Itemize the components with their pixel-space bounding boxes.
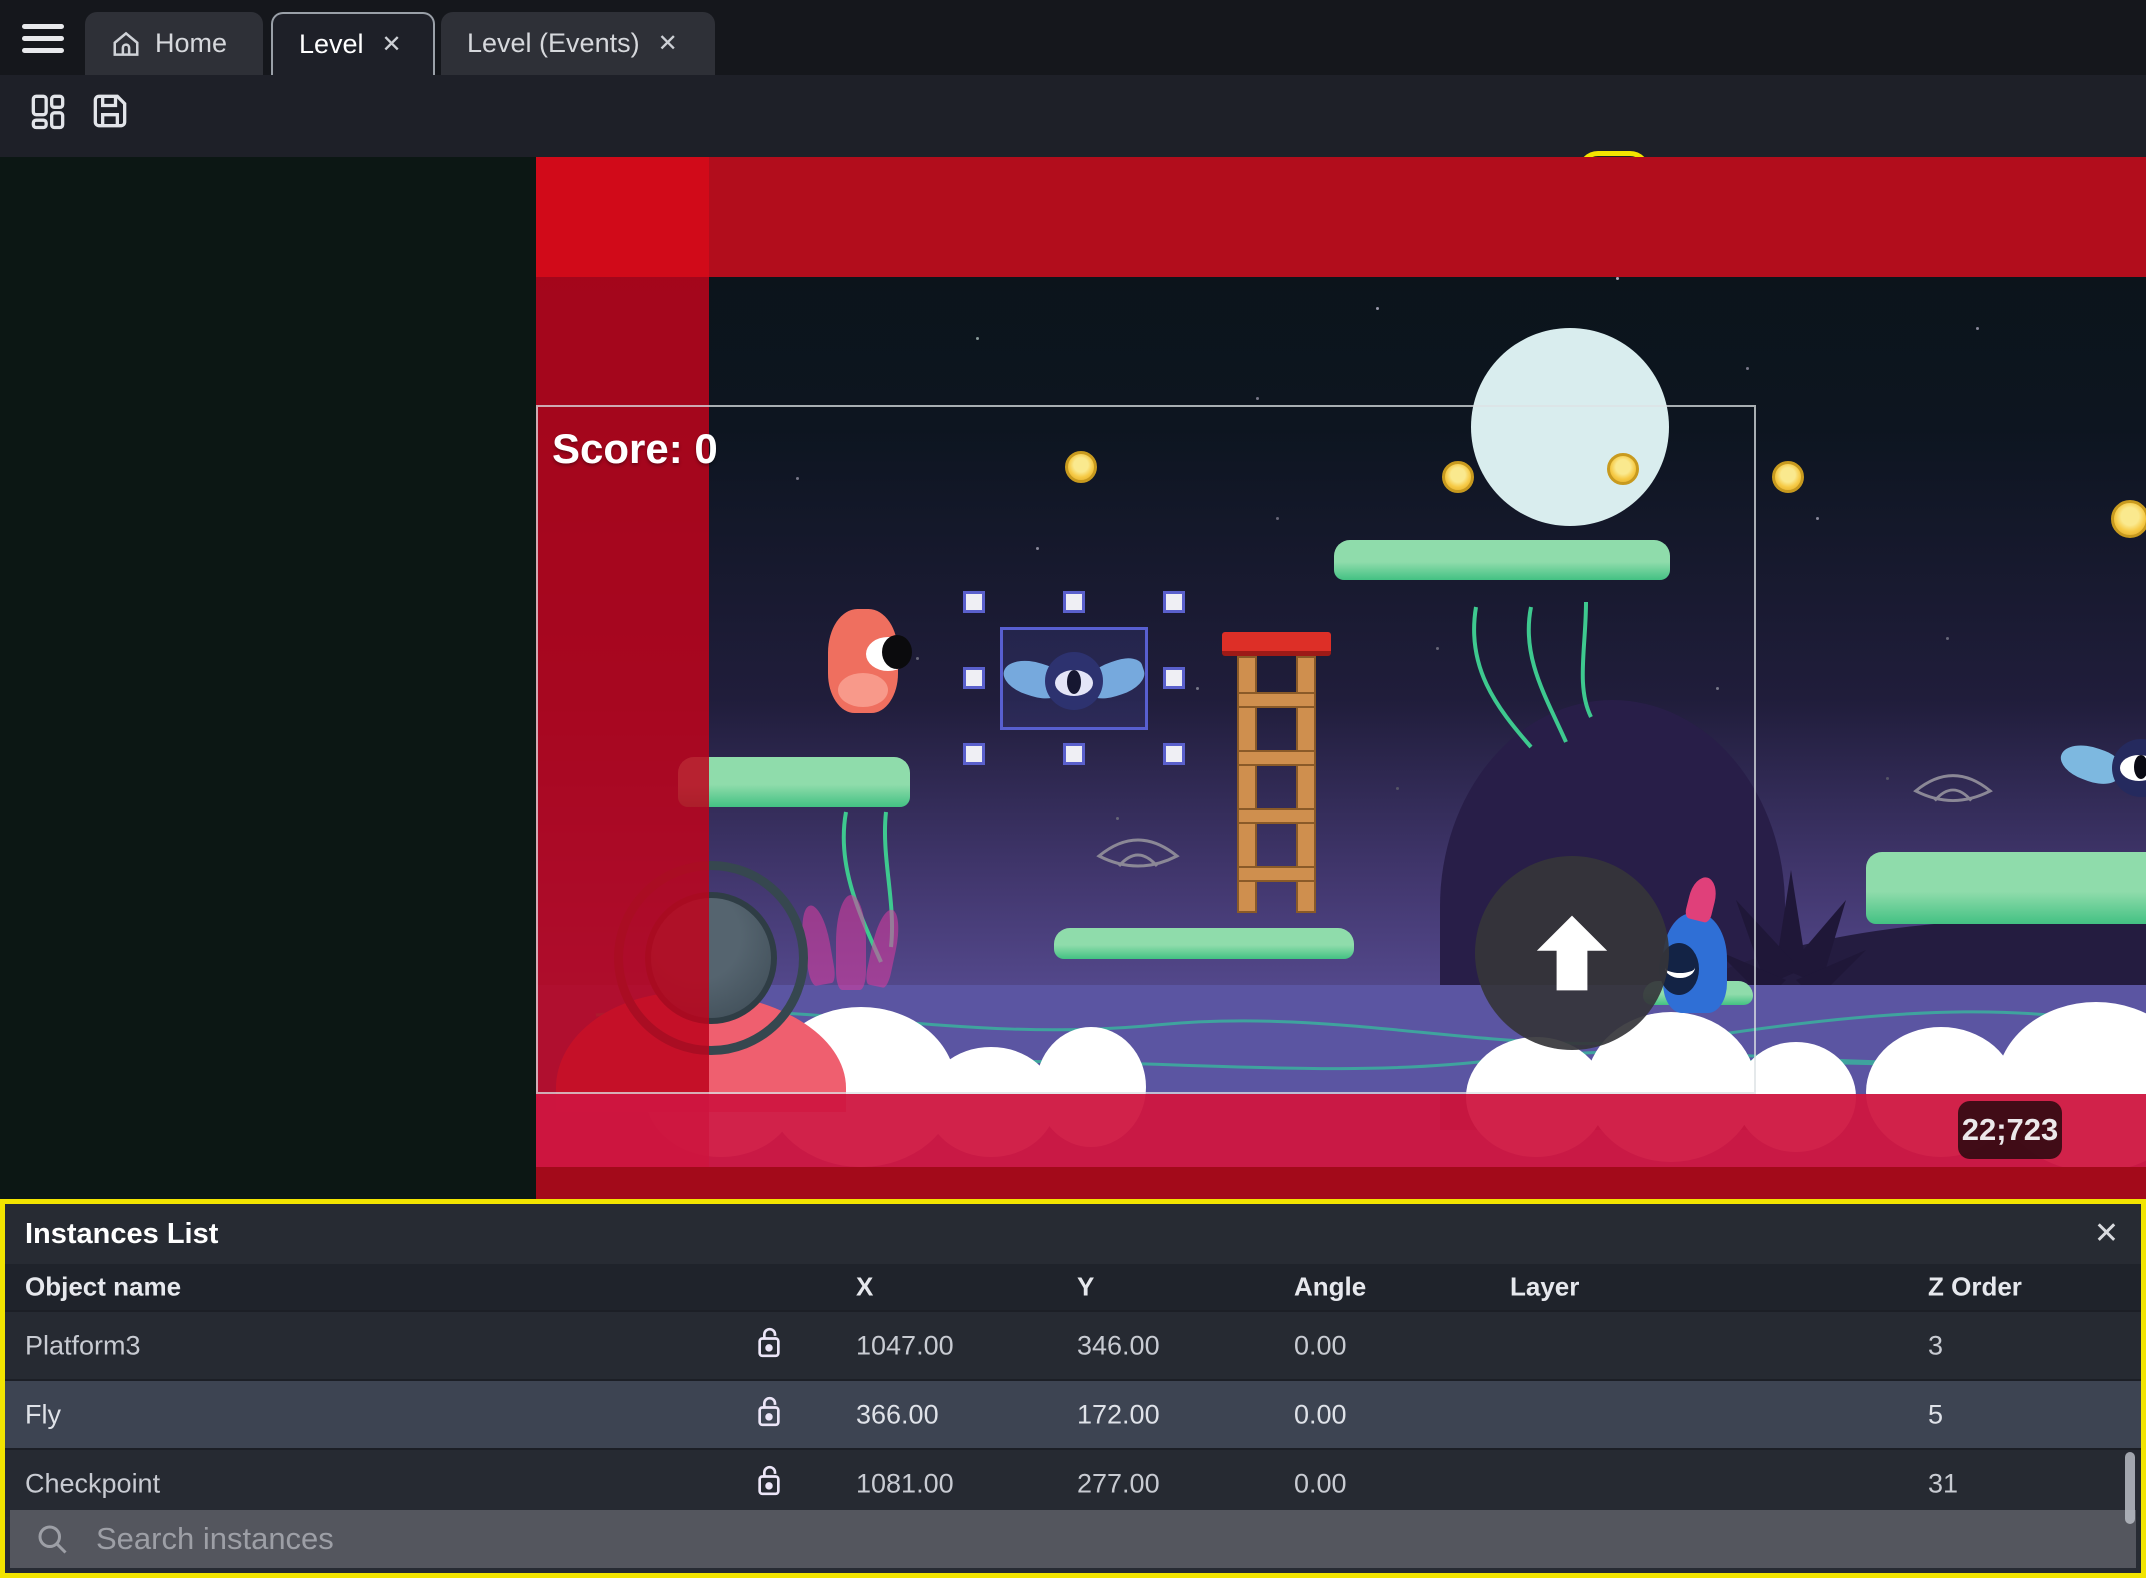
save-button[interactable]: [88, 89, 132, 133]
selection-rectangle[interactable]: [1000, 627, 1148, 730]
unlock-icon[interactable]: [753, 1324, 785, 1367]
instance-name: Fly: [25, 1399, 61, 1429]
instance-z-order: 3: [1928, 1330, 1944, 1360]
column-object-name[interactable]: Object name: [25, 1272, 181, 1303]
selection-handle-ne[interactable]: [1163, 591, 1185, 613]
tab-bar: Home Level ✕ Level (Events) ✕: [0, 0, 2146, 75]
instance-name: Platform3: [25, 1330, 141, 1360]
panels-layout-icon: [31, 94, 65, 130]
panel-close-icon[interactable]: ✕: [2094, 1216, 2119, 1251]
selection-handle-s[interactable]: [1063, 743, 1085, 765]
instance-x: 1047.00: [856, 1330, 954, 1360]
instance-y: 277.00: [1077, 1468, 1160, 1498]
red-overlay-top-left: [536, 157, 709, 277]
game-scene: Score: 0 22;723: [536, 157, 2146, 1199]
instance-row[interactable]: Checkpoint 1081.00 277.00 0.00 31: [5, 1448, 2141, 1517]
selection-handle-w[interactable]: [963, 667, 985, 689]
coin: [1772, 461, 1804, 493]
save-icon: [93, 94, 127, 128]
instance-row[interactable]: Platform3 1047.00 346.00 0.00 3: [5, 1310, 2141, 1379]
column-layer[interactable]: Layer: [1510, 1272, 1579, 1303]
fly-enemy: [2056, 737, 2146, 807]
column-z-order[interactable]: Z Order: [1928, 1272, 2022, 1303]
eye-decoration: [1913, 774, 1993, 802]
tab-level-events[interactable]: Level (Events) ✕: [441, 12, 715, 75]
instances-search-bar: [10, 1510, 2136, 1568]
instance-row[interactable]: Fly 366.00 172.00 0.00 5: [5, 1379, 2141, 1448]
instance-x: 366.00: [856, 1399, 939, 1429]
unlock-icon[interactable]: [753, 1393, 785, 1436]
selection-handle-n[interactable]: [1063, 591, 1085, 613]
game-window-frame: [536, 405, 1756, 1094]
panel-title-row: Instances List ✕: [5, 1204, 2141, 1264]
unlock-icon[interactable]: [753, 1462, 785, 1505]
coin: [2111, 500, 2146, 538]
instances-table-header: Object name X Y Angle Layer Z Order: [5, 1264, 2141, 1310]
tab-home[interactable]: Home: [85, 12, 263, 75]
instance-angle: 0.00: [1294, 1399, 1347, 1429]
instances-list-panel: Instances List ✕ Object name X Y Angle L…: [0, 1199, 2146, 1578]
panel-scrollbar[interactable]: [2125, 1452, 2135, 1524]
instance-angle: 0.00: [1294, 1468, 1347, 1498]
editor-toolbar: Preview Publish: [0, 75, 2146, 227]
platform: [1866, 852, 2146, 1024]
red-overlay-bottom-band: [536, 1094, 2146, 1167]
selection-handle-se[interactable]: [1163, 743, 1185, 765]
gdevelop-editor-window: Home Level ✕ Level (Events) ✕ Preview P: [0, 0, 2146, 1578]
scene-editor-canvas[interactable]: Score: 0 22;723: [0, 157, 2146, 1199]
instance-angle: 0.00: [1294, 1330, 1347, 1360]
selection-handle-sw[interactable]: [963, 743, 985, 765]
instance-name: Checkpoint: [25, 1468, 161, 1498]
instance-z-order: 31: [1928, 1468, 1959, 1498]
tab-level-events-close-icon[interactable]: ✕: [654, 27, 682, 60]
instance-z-order: 5: [1928, 1399, 1944, 1429]
instance-y: 346.00: [1077, 1330, 1160, 1360]
hamburger-menu-icon[interactable]: [22, 24, 64, 54]
column-x[interactable]: X: [856, 1272, 873, 1303]
home-icon: [113, 31, 139, 56]
instance-y: 172.00: [1077, 1399, 1160, 1429]
selection-handle-nw[interactable]: [963, 591, 985, 613]
tab-level-label: Level: [299, 29, 364, 59]
red-overlay-bottom-edge: [536, 1167, 2146, 1199]
red-overlay-top-band: [709, 157, 2146, 277]
column-angle[interactable]: Angle: [1294, 1272, 1366, 1303]
tab-level-events-label: Level (Events): [467, 28, 640, 58]
instance-x: 1081.00: [856, 1468, 954, 1498]
score-text: Score: 0: [552, 425, 718, 472]
search-icon: [38, 1525, 67, 1554]
open-panels-button[interactable]: [26, 89, 70, 133]
tab-level-close-icon[interactable]: ✕: [378, 28, 406, 61]
instances-rows: Platform3 1047.00 346.00 0.00 3 Fly 366.…: [5, 1310, 2141, 1517]
tab-home-label: Home: [155, 28, 228, 58]
selection-handle-e[interactable]: [1163, 667, 1185, 689]
tab-level[interactable]: Level ✕: [271, 12, 435, 75]
panel-title: Instances List: [25, 1218, 219, 1250]
search-instances-input[interactable]: [94, 1520, 2136, 1558]
column-y[interactable]: Y: [1077, 1272, 1094, 1303]
cursor-coordinates-badge: 22;723: [1958, 1101, 2062, 1159]
